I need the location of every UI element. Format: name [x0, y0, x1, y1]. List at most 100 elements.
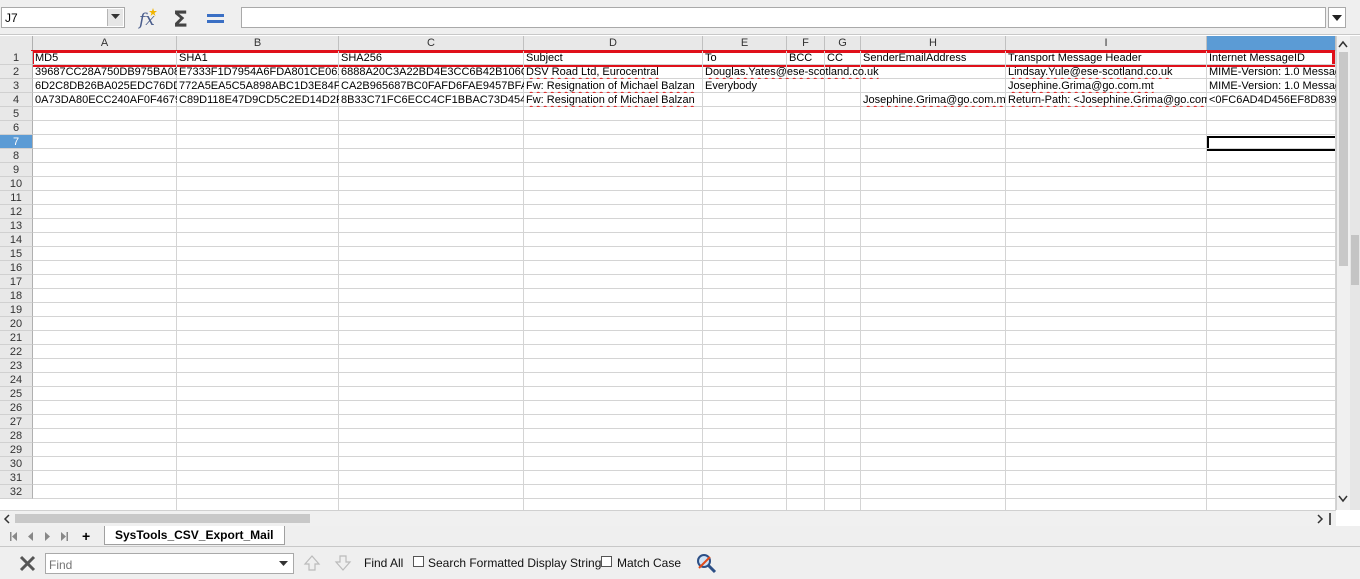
data-cell[interactable]: 6D2C8DB26BA025EDC76DD	[33, 79, 177, 93]
row-header-24[interactable]: 24	[0, 373, 33, 387]
data-cell[interactable]: Fw: Resignation of Michael Balzan	[524, 79, 703, 93]
row-header-22[interactable]: 22	[0, 345, 33, 359]
row-header-15[interactable]: 15	[0, 247, 33, 261]
find-input[interactable]	[46, 554, 276, 575]
header-cell[interactable]: CC	[825, 51, 861, 65]
column-header-c[interactable]: C	[339, 36, 524, 51]
vertical-scrollbar[interactable]	[1336, 36, 1350, 510]
row-header-3[interactable]: 3	[0, 79, 33, 93]
row-header-19[interactable]: 19	[0, 303, 33, 317]
row-header-4[interactable]: 4	[0, 93, 33, 107]
row-header-10[interactable]: 10	[0, 177, 33, 191]
data-cell[interactable]: 772A5EA5C5A898ABC1D3E84F	[177, 79, 339, 93]
match-case-label[interactable]: Match Case	[617, 556, 681, 570]
add-sheet-icon[interactable]: +	[82, 528, 90, 544]
column-header-h[interactable]: H	[861, 36, 1006, 51]
data-cell[interactable]: CA2B965687BC0FAFD6FAE9457BFA	[339, 79, 524, 93]
header-cell[interactable]: Internet MessageID	[1207, 51, 1336, 65]
data-cell[interactable]: Fw: Resignation of Michael Balzan	[524, 93, 861, 107]
column-header-f[interactable]: F	[787, 36, 825, 51]
search-formatted-checkbox[interactable]	[413, 556, 424, 567]
row-header-2[interactable]: 2	[0, 65, 33, 79]
row-header-9[interactable]: 9	[0, 163, 33, 177]
chevron-down-icon[interactable]	[279, 561, 288, 567]
previous-sheet-icon[interactable]	[27, 532, 34, 541]
row-header-16[interactable]: 16	[0, 261, 33, 275]
vertical-scroll-thumb[interactable]	[1339, 52, 1348, 266]
close-icon[interactable]	[19, 555, 36, 572]
find-all-button[interactable]: Find All	[364, 556, 403, 570]
data-cell[interactable]: MIME-Version: 1.0 Message	[1207, 65, 1336, 79]
data-cell[interactable]: MIME-Version: 1.0 Message	[1207, 79, 1336, 93]
data-cell[interactable]: DSV Road Ltd, Eurocentral	[524, 65, 703, 79]
data-cell[interactable]: 39687CC28A750DB975BA08	[33, 65, 177, 79]
find-replace-icon[interactable]	[695, 552, 717, 574]
data-cell[interactable]: C89D118E47D9CD5C2ED14D2F2	[177, 93, 339, 107]
data-cell[interactable]: 6888A20C3A22BD4E3CC6B42B106C	[339, 65, 524, 79]
header-cell[interactable]: MD5	[33, 51, 177, 65]
horizontal-scrollbar[interactable]	[0, 510, 1336, 526]
header-cell[interactable]: SHA1	[177, 51, 339, 65]
row-header-6[interactable]: 6	[0, 121, 33, 135]
data-cell[interactable]: 8B33C71FC6ECC4CF1BBAC73D4546	[339, 93, 524, 107]
row-header-1[interactable]: 1	[0, 51, 33, 65]
formula-input[interactable]	[241, 7, 1326, 28]
find-field[interactable]	[45, 553, 294, 575]
row-header-27[interactable]: 27	[0, 415, 33, 429]
row-header-13[interactable]: 13	[0, 219, 33, 233]
name-box-dropdown[interactable]	[107, 9, 123, 26]
header-cell[interactable]: SenderEmailAddress	[861, 51, 1006, 65]
data-cell[interactable]: 0A73DA80ECC240AF0F4679	[33, 93, 177, 107]
find-next-icon[interactable]	[334, 555, 352, 571]
spreadsheet-grid[interactable]: ABCDEFGHI 1 2 3 4 5 6 7 8 9 10 11 12 13 14 15 16 17 18 19 2…	[0, 36, 1336, 510]
column-header-d[interactable]: D	[524, 36, 703, 51]
row-header-26[interactable]: 26	[0, 401, 33, 415]
row-header-28[interactable]: 28	[0, 429, 33, 443]
column-header-j[interactable]	[1207, 36, 1336, 51]
header-cell[interactable]: BCC	[787, 51, 825, 65]
row-header-18[interactable]: 18	[0, 289, 33, 303]
row-header-20[interactable]: 20	[0, 317, 33, 331]
function-wizard-icon[interactable]: fx	[137, 6, 161, 30]
formula-expand-button[interactable]	[1328, 7, 1346, 28]
header-cell[interactable]: SHA256	[339, 51, 524, 65]
scroll-up-icon[interactable]	[1338, 40, 1348, 48]
data-cell[interactable]: <0FC6AD4D456EF8D8394	[1207, 93, 1336, 107]
data-cell[interactable]: E7333F1D7954A6FDA801CE061	[177, 65, 339, 79]
row-header-32[interactable]: 32	[0, 485, 33, 499]
row-header-31[interactable]: 31	[0, 471, 33, 485]
column-header-i[interactable]: I	[1006, 36, 1207, 51]
row-header-17[interactable]: 17	[0, 275, 33, 289]
row-header-25[interactable]: 25	[0, 387, 33, 401]
row-header-29[interactable]: 29	[0, 443, 33, 457]
row-header-7[interactable]: 7	[0, 135, 33, 149]
scroll-down-icon[interactable]	[1338, 495, 1348, 503]
data-cell[interactable]: Josephine.Grima@go.com.mt	[861, 93, 1006, 107]
scroll-right-icon[interactable]	[1316, 514, 1324, 524]
sidebar-handle[interactable]	[1351, 235, 1359, 285]
column-header-a[interactable]: A	[33, 36, 177, 51]
split-handle-icon[interactable]	[1328, 513, 1334, 525]
last-sheet-icon[interactable]	[60, 532, 68, 541]
row-header-8[interactable]: 8	[0, 149, 33, 163]
row-header-14[interactable]: 14	[0, 233, 33, 247]
row-header-30[interactable]: 30	[0, 457, 33, 471]
data-cell[interactable]: Douglas.Yates@ese-scotland.co.uk	[703, 65, 1006, 79]
data-cell[interactable]: Everybody	[703, 79, 1006, 93]
column-header-b[interactable]: B	[177, 36, 339, 51]
match-case-checkbox[interactable]	[601, 556, 612, 567]
find-previous-icon[interactable]	[303, 555, 321, 571]
row-header-12[interactable]: 12	[0, 205, 33, 219]
header-cell[interactable]: To	[703, 51, 787, 65]
row-header-23[interactable]: 23	[0, 359, 33, 373]
data-cell[interactable]: Return-Path: <Josephine.Grima@go.com	[1006, 93, 1207, 107]
row-header-21[interactable]: 21	[0, 331, 33, 345]
header-cell[interactable]: Subject	[524, 51, 703, 65]
search-formatted-label[interactable]: Search Formatted Display String	[428, 556, 601, 570]
row-header-11[interactable]: 11	[0, 191, 33, 205]
next-sheet-icon[interactable]	[44, 532, 51, 541]
data-cell[interactable]: Lindsay.Yule@ese-scotland.co.uk	[1006, 65, 1207, 79]
column-header-g[interactable]: G	[825, 36, 861, 51]
equals-icon[interactable]	[204, 6, 228, 30]
column-header-e[interactable]: E	[703, 36, 787, 51]
